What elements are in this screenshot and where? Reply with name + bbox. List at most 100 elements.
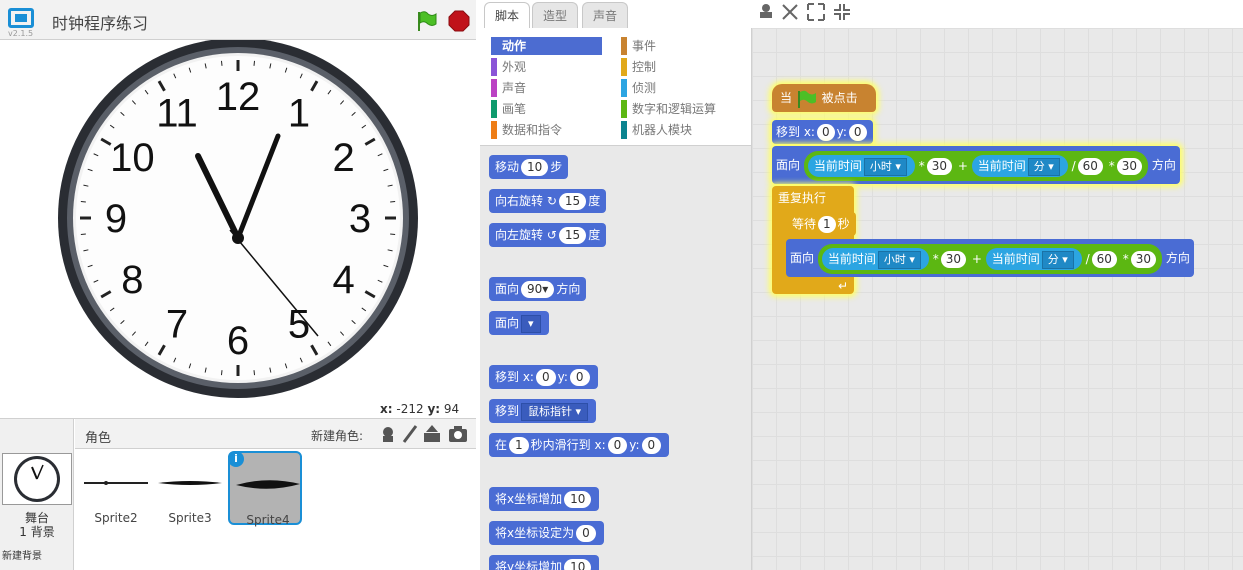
block-dropdown[interactable]: ▾ <box>521 314 541 333</box>
clock-tick <box>220 370 223 376</box>
clock-numeral: 9 <box>105 197 127 241</box>
block-turn-right[interactable]: 向右旋转 ↻ 15 度 <box>489 189 607 213</box>
paint-brush-icon[interactable] <box>399 423 421 445</box>
loop-arrow-icon: ↵ <box>837 279 848 293</box>
block-input[interactable]: 1 <box>818 216 836 233</box>
block-input[interactable]: 10 <box>521 159 549 176</box>
sprite-item-selected[interactable]: i Sprite4 <box>228 451 302 527</box>
block-set-x[interactable]: 将x坐标设定为 0 <box>489 521 604 545</box>
block-input[interactable]: 0 <box>816 124 835 141</box>
shrink-icon[interactable] <box>832 2 852 22</box>
goto-xy-block[interactable]: 移到 x: 0 y: 0 <box>772 120 873 144</box>
operator-reporter[interactable]: 当前时间 小时 ▾ * 30 + 当前时间分 ▾ /60 * 30 <box>803 150 1149 181</box>
tab-costumes[interactable]: 造型 <box>532 2 579 28</box>
sprite-name: Sprite3 <box>168 511 212 525</box>
cut-icon[interactable] <box>780 2 800 22</box>
block-input[interactable]: 30 <box>940 250 966 268</box>
green-flag-icon[interactable] <box>416 10 438 32</box>
block-point-towards[interactable]: 面向 ▾ <box>489 311 549 335</box>
block-move-steps[interactable]: 移动 10 步 <box>489 155 569 179</box>
category-operators[interactable]: 数字和逻辑运算 <box>621 100 732 118</box>
upload-icon[interactable] <box>421 423 443 445</box>
tab-sounds[interactable]: 声音 <box>582 2 629 28</box>
block-input[interactable]: 30 <box>926 157 952 175</box>
scratch-editor: v2.1.5 时钟程序练习 12 1 2 3 4 5 6 7 8 9 10 11 x: -212 y:… <box>0 0 1243 570</box>
sprite-item[interactable]: Sprite2 <box>78 451 152 525</box>
category-label: 控制 <box>632 60 657 74</box>
block-input[interactable]: 0 <box>569 369 590 386</box>
category-pen[interactable]: 画笔 <box>491 100 602 118</box>
category-sensing[interactable]: 侦测 <box>621 79 732 97</box>
point-direction-block[interactable]: 面向 当前时间 小时 ▾ * 30 + 当前时间分 ▾ /60 * 30 方向 <box>772 146 1180 184</box>
block-input[interactable]: 15 <box>558 193 587 210</box>
block-turn-left[interactable]: 向左旋转 ↺ 15 度 <box>489 223 607 247</box>
current-time-reporter[interactable]: 当前时间分 ▾ <box>985 248 1082 270</box>
clock-tick <box>80 200 86 203</box>
presentation-mode-icon[interactable] <box>8 8 34 28</box>
tab-scripts[interactable]: 脚本 <box>484 2 531 28</box>
time-unit-dropdown[interactable]: 小时 ▾ <box>877 250 921 269</box>
block-text: 度 <box>588 194 601 208</box>
camera-icon[interactable] <box>447 423 469 445</box>
block-input[interactable]: 0 <box>535 369 556 386</box>
category-data[interactable]: 数据和指令 <box>491 121 602 139</box>
operator-reporter[interactable]: 当前时间 小时 ▾ * 30 + 当前时间分 ▾ /60 * 30 <box>817 243 1163 274</box>
sprite-name: Sprite4 <box>246 513 290 527</box>
category-motion[interactable]: 动作 <box>491 37 602 55</box>
category-looks[interactable]: 外观 <box>491 58 602 76</box>
block-input[interactable]: 0 <box>641 437 662 454</box>
sprite-item[interactable]: Sprite3 <box>152 451 226 525</box>
block-input[interactable]: 60 <box>1091 250 1117 268</box>
stage-thumbnail[interactable] <box>2 453 72 505</box>
category-robot[interactable]: 机器人模块 <box>621 121 732 139</box>
sprites-header-label: 角色 <box>85 431 112 446</box>
block-input[interactable]: 0 <box>607 437 628 454</box>
block-change-x[interactable]: 将x坐标增加 10 <box>489 487 600 511</box>
sprite-library-icon[interactable] <box>377 423 399 445</box>
clock-numeral: 6 <box>227 319 249 363</box>
block-text: 面向 <box>495 282 520 296</box>
block-input[interactable]: 0 <box>576 525 596 542</box>
project-title[interactable]: 时钟程序练习 <box>52 10 148 34</box>
block-input[interactable]: 10 <box>564 491 592 508</box>
sprite-header: 角色 新建角色: <box>75 419 476 449</box>
category-events[interactable]: 事件 <box>621 37 732 55</box>
operator-symbol: / <box>1071 158 1076 173</box>
block-point-direction[interactable]: 面向 90▾ 方向 <box>489 277 587 301</box>
block-input[interactable]: 15 <box>558 227 587 244</box>
block-text: 秒内滑行到 x: <box>530 438 606 452</box>
point-direction-block[interactable]: 面向 当前时间 小时 ▾ * 30 + 当前时间分 ▾ /60 * 30 方向 <box>786 239 1194 277</box>
block-input[interactable]: 0 <box>848 124 867 141</box>
block-dropdown[interactable]: 鼠标指针 ▾ <box>521 402 589 421</box>
current-time-reporter[interactable]: 当前时间分 ▾ <box>971 155 1068 177</box>
block-input[interactable]: 30 <box>1130 250 1157 268</box>
block-input[interactable]: 60 <box>1077 157 1103 175</box>
block-goto[interactable]: 移到 鼠标指针 ▾ <box>489 399 597 423</box>
block-change-y[interactable]: 将y坐标增加 10 <box>489 555 600 570</box>
stop-icon[interactable] <box>448 10 470 32</box>
block-text: 向右旋转 <box>495 194 544 208</box>
time-unit-dropdown[interactable]: 小时 ▾ <box>863 157 907 176</box>
block-goto-xy[interactable]: 移到 x: 0 y: 0 <box>489 365 598 389</box>
block-glide[interactable]: 在 1 秒内滑行到 x: 0 y: 0 <box>489 433 670 457</box>
current-time-reporter[interactable]: 当前时间 小时 ▾ <box>821 248 929 270</box>
block-input[interactable]: 90▾ <box>521 281 555 298</box>
when-flag-clicked-block[interactable]: 当 被点击 <box>772 84 876 112</box>
operator-symbol: * <box>1122 251 1129 266</box>
time-unit-dropdown[interactable]: 分 ▾ <box>1027 157 1060 176</box>
current-time-reporter[interactable]: 当前时间 小时 ▾ <box>807 155 915 177</box>
clock-tick <box>253 60 256 66</box>
block-input[interactable]: 1 <box>509 437 529 454</box>
grow-icon[interactable] <box>806 2 826 22</box>
category-sound[interactable]: 声音 <box>491 79 602 97</box>
wait-block[interactable]: 等待 1 秒 <box>786 212 856 236</box>
time-unit-dropdown[interactable]: 分 ▾ <box>1041 250 1074 269</box>
block-text: 方向 <box>1165 251 1190 265</box>
block-input[interactable]: 30 <box>1116 157 1143 175</box>
stage[interactable]: 12 1 2 3 4 5 6 7 8 9 10 11 <box>0 40 476 400</box>
script-area[interactable]: 当 被点击 移到 x: 0 y: 0 面向 当前时间 小时 ▾ * 30 + 当前时间分 … <box>752 28 1243 570</box>
category-list: 动作 事件 外观 控制 声音 侦测 画笔 数字和逻辑运算 数据和指令 机器人模块 <box>480 28 751 146</box>
duplicate-icon[interactable] <box>756 2 776 22</box>
category-control[interactable]: 控制 <box>621 58 732 76</box>
block-input[interactable]: 10 <box>564 559 592 570</box>
